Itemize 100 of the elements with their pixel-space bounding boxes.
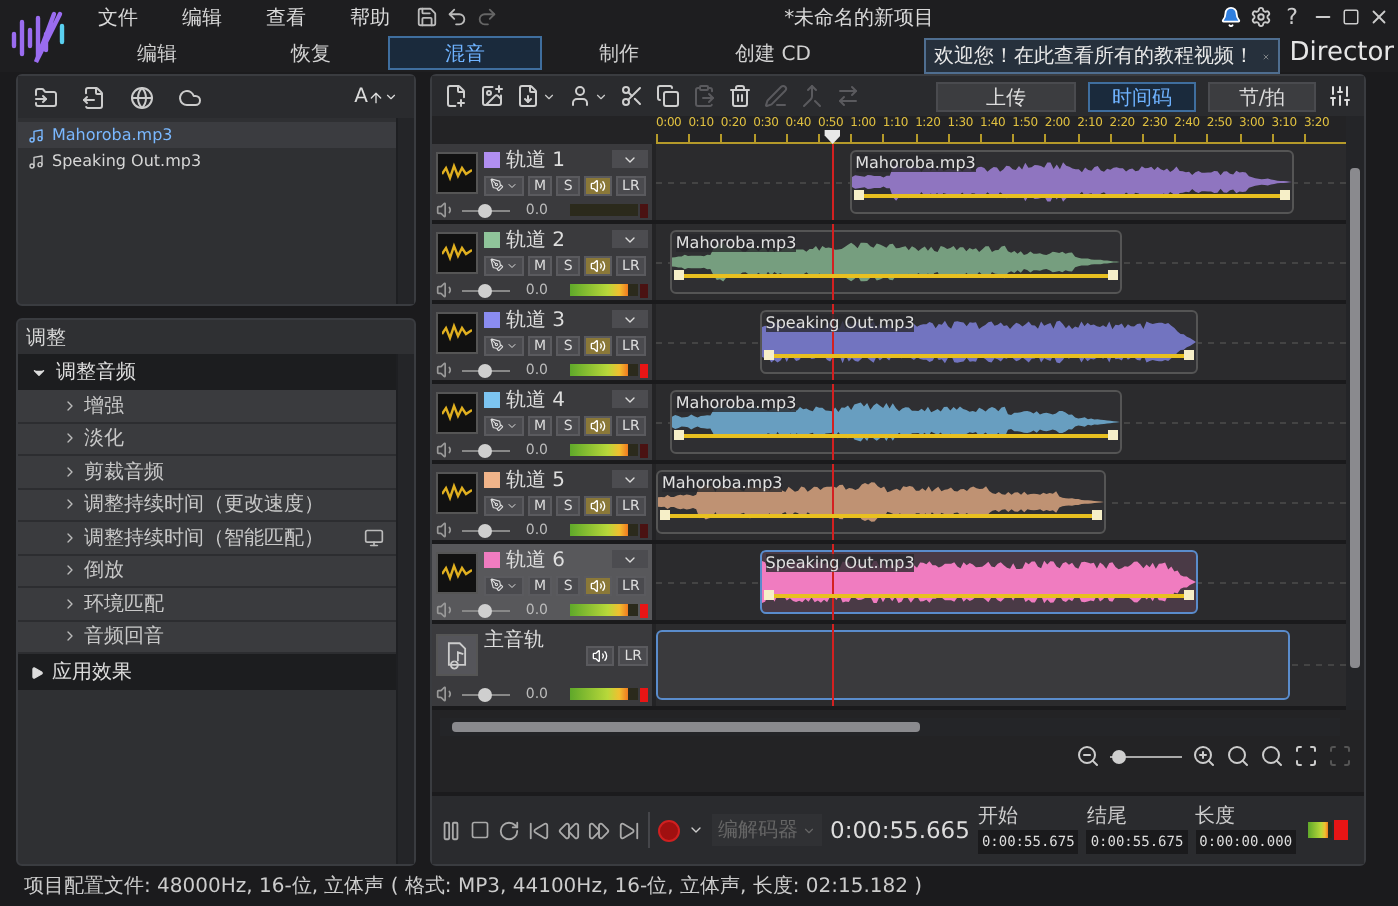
pause-icon[interactable] (440, 819, 462, 841)
scrollbar[interactable] (396, 354, 414, 864)
adjust-item[interactable]: 调整持续时间（更改速度） (18, 489, 396, 522)
mode-tab[interactable]: 制作 (542, 36, 696, 70)
group-header[interactable]: 调整音频 (18, 354, 396, 390)
zoom-in-icon[interactable] (1192, 744, 1216, 768)
speaker-icon[interactable] (590, 417, 607, 433)
volume-icon[interactable] (436, 600, 456, 620)
caret-icon[interactable] (542, 89, 556, 103)
person-icon[interactable] (568, 84, 592, 108)
help-button[interactable]: ? (1280, 4, 1304, 30)
mode-tab[interactable]: 编辑 (80, 36, 234, 70)
menu-item[interactable]: 帮助 (332, 3, 408, 31)
speaker-icon[interactable] (592, 647, 609, 663)
sort-button[interactable]: A (354, 86, 398, 108)
maximize-icon[interactable] (1342, 8, 1360, 26)
notification-icon[interactable] (1220, 6, 1243, 28)
audio-clip[interactable]: Speaking Out.mp3 (759, 550, 1198, 614)
file-down-icon[interactable] (516, 84, 540, 108)
volume-icon[interactable] (436, 520, 456, 540)
fit-icon[interactable] (1294, 744, 1318, 768)
menu-item[interactable]: 编辑 (164, 3, 240, 31)
scissors-icon[interactable] (620, 84, 644, 108)
speaker-button[interactable] (584, 335, 613, 355)
globe-icon[interactable] (130, 85, 154, 109)
copy-icon[interactable] (656, 84, 680, 108)
media-item[interactable]: Mahoroba.mp3 (18, 122, 396, 148)
skip-back-icon[interactable] (528, 819, 550, 841)
volume-icon[interactable] (436, 684, 456, 704)
mixer-icon[interactable] (1328, 84, 1352, 108)
view-mode-button[interactable]: 时间码 (1088, 81, 1196, 111)
arrow-up-icon[interactable] (368, 89, 384, 105)
folder-input-icon[interactable] (34, 85, 58, 109)
fast-forward-icon[interactable] (588, 819, 610, 841)
skip-forward-icon[interactable] (618, 819, 640, 841)
menu-item[interactable]: 查看 (248, 3, 324, 31)
speaker-button[interactable] (584, 175, 613, 195)
zoom-icon[interactable] (1226, 744, 1250, 768)
image-plus-icon[interactable] (480, 84, 504, 108)
speaker-icon[interactable] (590, 577, 607, 593)
caret-icon[interactable] (594, 89, 608, 103)
view-mode-button[interactable]: 节/拍 (1208, 81, 1316, 111)
speaker-button[interactable] (584, 255, 613, 275)
caret-icon[interactable] (688, 822, 704, 838)
audio-clip[interactable]: Mahoroba.mp3 (656, 470, 1106, 534)
adjust-item[interactable]: 增强 (18, 390, 396, 423)
adjust-item[interactable]: 环境匹配 (18, 588, 396, 621)
file-output-icon[interactable] (82, 85, 106, 109)
speaker-icon[interactable] (590, 177, 607, 193)
group-header[interactable]: 应用效果 (18, 654, 396, 690)
track-menu-button[interactable] (612, 230, 648, 248)
save-icon[interactable] (416, 6, 438, 28)
volume-icon[interactable] (436, 440, 456, 460)
speaker-button[interactable] (584, 575, 613, 595)
playhead-handle[interactable] (824, 130, 841, 144)
zoom-out-icon[interactable] (1076, 744, 1100, 768)
caret-icon[interactable] (384, 90, 398, 104)
audio-clip[interactable]: Mahoroba.mp3 (669, 390, 1122, 454)
adjust-item[interactable]: 淡化 (18, 423, 396, 456)
track-menu-button[interactable] (612, 310, 648, 328)
audio-clip[interactable]: Speaking Out.mp3 (759, 310, 1198, 374)
preview-icon[interactable] (364, 527, 384, 548)
file-plus-icon[interactable] (444, 84, 468, 108)
zoom-icon[interactable] (1260, 744, 1284, 768)
stop-icon[interactable] (470, 820, 490, 840)
speaker-icon[interactable] (590, 257, 607, 273)
scrollbar[interactable] (396, 118, 414, 304)
adjust-item[interactable]: 剪裁音频 (18, 456, 396, 489)
audio-clip[interactable]: Mahoroba.mp3 (669, 230, 1122, 294)
undo-icon[interactable] (446, 6, 468, 28)
track-menu-button[interactable] (612, 390, 648, 408)
rewind-icon[interactable] (558, 819, 580, 841)
mode-tab[interactable]: 创建 CD (696, 36, 850, 70)
speaker-button[interactable] (584, 495, 613, 515)
redo-icon[interactable] (476, 6, 498, 28)
speaker-icon[interactable] (590, 497, 607, 513)
volume-icon[interactable] (436, 360, 456, 380)
speaker-button[interactable] (586, 645, 615, 665)
track-menu-button[interactable] (612, 550, 648, 568)
repeat-icon[interactable] (498, 819, 520, 841)
upload-button[interactable]: 上传 (936, 81, 1076, 111)
speaker-button[interactable] (584, 415, 613, 435)
volume-icon[interactable] (436, 280, 456, 300)
track-menu-button[interactable] (612, 150, 648, 168)
trash-icon[interactable] (728, 84, 752, 108)
adjust-item[interactable]: 音频回音 (18, 621, 396, 654)
adjust-item[interactable]: 倒放 (18, 555, 396, 588)
mode-tab[interactable]: 混音 (388, 36, 542, 70)
audio-clip[interactable]: Mahoroba.mp3 (849, 150, 1295, 214)
cloud-icon[interactable] (178, 85, 202, 109)
close-icon[interactable] (1368, 6, 1390, 28)
track-menu-button[interactable] (612, 470, 648, 488)
settings-icon[interactable] (1250, 6, 1273, 28)
media-item[interactable]: Speaking Out.mp3 (18, 148, 396, 174)
speaker-icon[interactable] (590, 337, 607, 353)
menu-item[interactable]: 文件 (80, 3, 156, 31)
volume-icon[interactable] (436, 200, 456, 220)
adjust-item[interactable]: 调整持续时间（智能匹配） (18, 522, 396, 555)
mode-tab[interactable]: 恢复 (234, 36, 388, 70)
record-button[interactable] (658, 819, 680, 841)
